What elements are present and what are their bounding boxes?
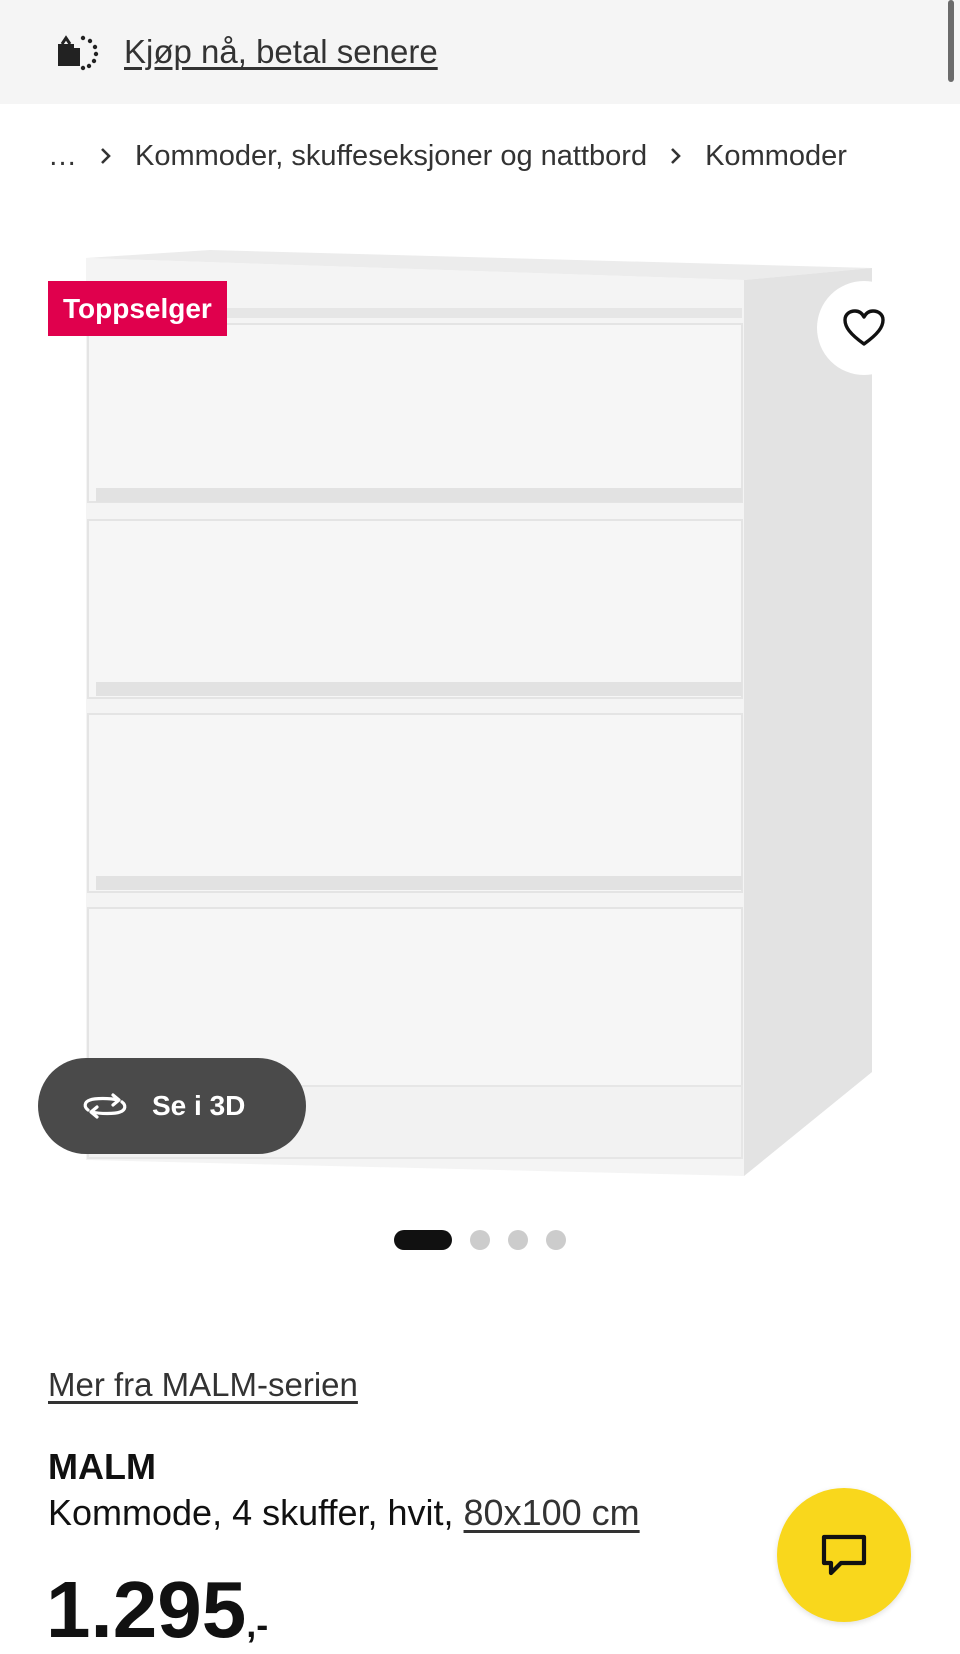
carousel-dot-1[interactable] — [394, 1230, 452, 1250]
carousel-dot-3[interactable] — [508, 1230, 528, 1250]
chat-icon — [821, 1534, 867, 1576]
view-in-3d-button[interactable]: Se i 3D — [38, 1058, 306, 1154]
heart-icon — [843, 309, 885, 346]
product-description: Kommode, 4 skuffer, hvit, 80x100 cm — [48, 1492, 640, 1534]
chevron-right-icon — [671, 148, 681, 164]
chat-button[interactable] — [777, 1488, 911, 1622]
breadcrumb-item-ellipsis[interactable]: … — [48, 140, 77, 173]
series-link[interactable]: Mer fra MALM-serien — [48, 1366, 358, 1404]
rotate-3d-icon — [83, 1093, 127, 1119]
buy-now-pay-later-link[interactable]: Kjøp nå, betal senere — [124, 33, 438, 71]
chevron-right-icon — [101, 148, 111, 164]
promo-bar: Kjøp nå, betal senere — [0, 0, 960, 104]
breadcrumb: … Kommoder, skuffeseksjoner og nattbord … — [48, 132, 847, 180]
price-suffix: ,- — [246, 1604, 269, 1645]
breadcrumb-item-kommoder-skuffeseksjoner[interactable]: Kommoder, skuffeseksjoner og nattbord — [135, 140, 647, 173]
carousel-dot-2[interactable] — [470, 1230, 490, 1250]
scrollbar-thumb[interactable] — [948, 0, 954, 82]
carousel-dots — [0, 1228, 960, 1252]
breadcrumb-item-kommoder[interactable]: Kommoder — [705, 140, 847, 173]
carousel-dot-4[interactable] — [546, 1230, 566, 1250]
favorite-button[interactable] — [817, 281, 911, 375]
pay-later-icon — [58, 35, 99, 71]
price-integer: 1.295 — [46, 1565, 247, 1654]
product-price: 1.295,- — [46, 1570, 268, 1650]
product-name: MALM — [48, 1446, 156, 1487]
view-in-3d-label: Se i 3D — [152, 1090, 246, 1121]
product-description-text: Kommode, 4 skuffer, hvit, — [48, 1492, 464, 1533]
bestseller-badge: Toppselger — [48, 281, 227, 336]
size-link[interactable]: 80x100 cm — [464, 1492, 640, 1533]
